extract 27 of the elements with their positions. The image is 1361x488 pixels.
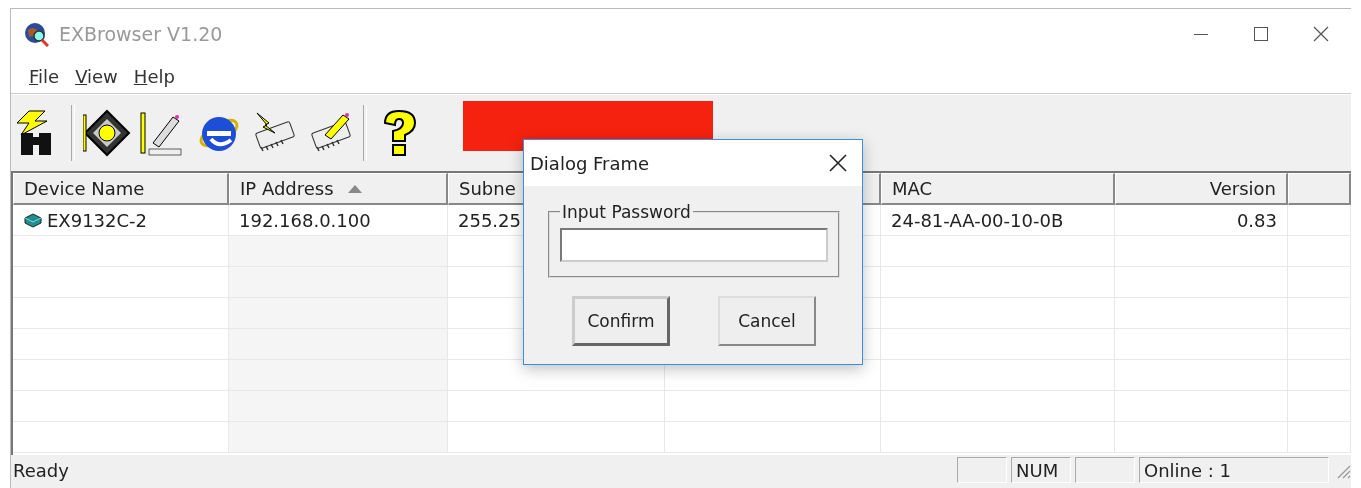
chip-gear-icon[interactable]	[83, 109, 131, 157]
table-cell	[1288, 205, 1351, 236]
table-cell: 0.83	[1115, 205, 1288, 236]
column-header[interactable]: MAC	[881, 173, 1115, 205]
column-header[interactable]: Device Name	[13, 173, 229, 205]
dialog-title: Dialog Frame	[530, 152, 651, 174]
menu-item[interactable]: File	[23, 65, 66, 87]
password-field[interactable]	[560, 228, 828, 262]
table-cell: EX9132C-2	[13, 205, 229, 236]
dialog-button[interactable]: Cancel	[718, 296, 816, 346]
close-icon[interactable]	[828, 153, 848, 173]
table-cell: 24-81-AA-00-10-0B	[881, 205, 1115, 236]
menu-item[interactable]: Help	[127, 65, 181, 87]
status-pane: Online : 1	[1139, 457, 1329, 483]
column-header[interactable]: Version	[1115, 173, 1288, 205]
close-icon[interactable]	[1313, 26, 1329, 42]
menu-item[interactable]: View	[69, 65, 124, 87]
dialog-button[interactable]: Confirm	[572, 296, 670, 346]
status-pane	[957, 457, 1007, 483]
app-globe-icon	[23, 21, 49, 47]
status-pane	[1075, 457, 1135, 483]
column-header[interactable]: IP Address	[229, 173, 448, 205]
status-message: Ready	[13, 459, 70, 481]
status-pane: NUM	[1011, 457, 1071, 483]
maximize-icon[interactable]	[1253, 26, 1269, 42]
window-title: EXBrowser V1.20	[59, 23, 224, 45]
device-module-icon	[23, 212, 43, 228]
